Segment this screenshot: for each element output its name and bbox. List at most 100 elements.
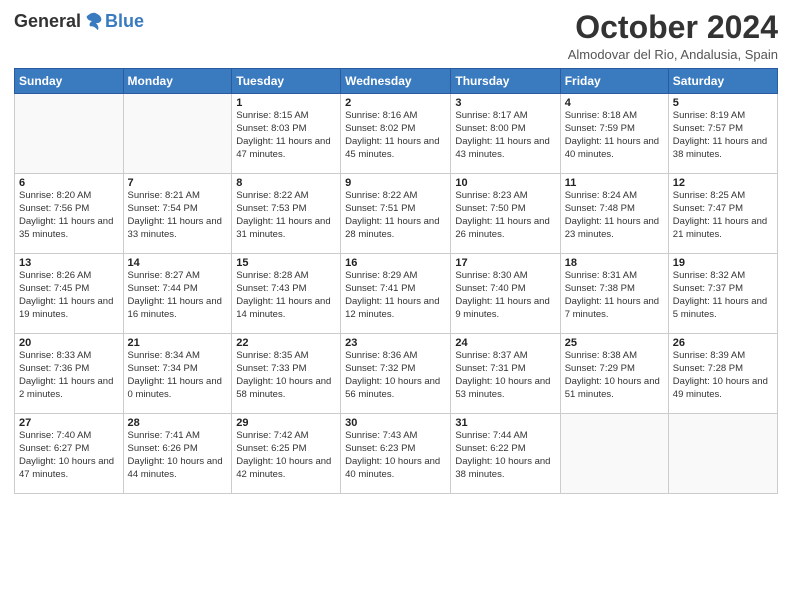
table-row: 26Sunrise: 8:39 AM Sunset: 7:28 PM Dayli… — [668, 334, 777, 414]
day-info: Sunrise: 8:20 AM Sunset: 7:56 PM Dayligh… — [19, 190, 119, 241]
table-row: 12Sunrise: 8:25 AM Sunset: 7:47 PM Dayli… — [668, 174, 777, 254]
day-number: 21 — [128, 337, 228, 349]
col-monday: Monday — [123, 69, 232, 94]
logo-bird-icon — [83, 10, 105, 32]
day-number: 9 — [345, 177, 446, 189]
table-row: 23Sunrise: 8:36 AM Sunset: 7:32 PM Dayli… — [341, 334, 451, 414]
title-section: October 2024 Almodovar del Rio, Andalusi… — [568, 10, 778, 62]
day-number: 27 — [19, 417, 119, 429]
day-info: Sunrise: 8:30 AM Sunset: 7:40 PM Dayligh… — [455, 270, 555, 321]
table-row: 24Sunrise: 8:37 AM Sunset: 7:31 PM Dayli… — [451, 334, 560, 414]
day-number: 18 — [565, 257, 664, 269]
day-number: 22 — [236, 337, 336, 349]
table-row: 20Sunrise: 8:33 AM Sunset: 7:36 PM Dayli… — [15, 334, 124, 414]
day-info: Sunrise: 8:32 AM Sunset: 7:37 PM Dayligh… — [673, 270, 773, 321]
table-row: 6Sunrise: 8:20 AM Sunset: 7:56 PM Daylig… — [15, 174, 124, 254]
table-row: 8Sunrise: 8:22 AM Sunset: 7:53 PM Daylig… — [232, 174, 341, 254]
day-number: 26 — [673, 337, 773, 349]
day-info: Sunrise: 8:22 AM Sunset: 7:51 PM Dayligh… — [345, 190, 446, 241]
day-number: 14 — [128, 257, 228, 269]
table-row: 27Sunrise: 7:40 AM Sunset: 6:27 PM Dayli… — [15, 414, 124, 494]
day-info: Sunrise: 8:36 AM Sunset: 7:32 PM Dayligh… — [345, 350, 446, 401]
day-number: 15 — [236, 257, 336, 269]
day-info: Sunrise: 7:43 AM Sunset: 6:23 PM Dayligh… — [345, 430, 446, 481]
day-number: 28 — [128, 417, 228, 429]
day-number: 30 — [345, 417, 446, 429]
week-row-4: 20Sunrise: 8:33 AM Sunset: 7:36 PM Dayli… — [15, 334, 778, 414]
table-row: 28Sunrise: 7:41 AM Sunset: 6:26 PM Dayli… — [123, 414, 232, 494]
table-row: 31Sunrise: 7:44 AM Sunset: 6:22 PM Dayli… — [451, 414, 560, 494]
table-row: 14Sunrise: 8:27 AM Sunset: 7:44 PM Dayli… — [123, 254, 232, 334]
table-row: 16Sunrise: 8:29 AM Sunset: 7:41 PM Dayli… — [341, 254, 451, 334]
table-row — [123, 94, 232, 174]
day-info: Sunrise: 8:28 AM Sunset: 7:43 PM Dayligh… — [236, 270, 336, 321]
day-info: Sunrise: 8:29 AM Sunset: 7:41 PM Dayligh… — [345, 270, 446, 321]
day-number: 25 — [565, 337, 664, 349]
day-info: Sunrise: 8:39 AM Sunset: 7:28 PM Dayligh… — [673, 350, 773, 401]
table-row — [15, 94, 124, 174]
table-row: 29Sunrise: 7:42 AM Sunset: 6:25 PM Dayli… — [232, 414, 341, 494]
day-info: Sunrise: 7:40 AM Sunset: 6:27 PM Dayligh… — [19, 430, 119, 481]
table-row: 1Sunrise: 8:15 AM Sunset: 8:03 PM Daylig… — [232, 94, 341, 174]
table-row: 3Sunrise: 8:17 AM Sunset: 8:00 PM Daylig… — [451, 94, 560, 174]
day-info: Sunrise: 8:33 AM Sunset: 7:36 PM Dayligh… — [19, 350, 119, 401]
table-row: 30Sunrise: 7:43 AM Sunset: 6:23 PM Dayli… — [341, 414, 451, 494]
day-number: 19 — [673, 257, 773, 269]
table-row: 9Sunrise: 8:22 AM Sunset: 7:51 PM Daylig… — [341, 174, 451, 254]
day-number: 10 — [455, 177, 555, 189]
table-row — [668, 414, 777, 494]
day-number: 17 — [455, 257, 555, 269]
day-info: Sunrise: 8:24 AM Sunset: 7:48 PM Dayligh… — [565, 190, 664, 241]
week-row-2: 6Sunrise: 8:20 AM Sunset: 7:56 PM Daylig… — [15, 174, 778, 254]
table-row: 10Sunrise: 8:23 AM Sunset: 7:50 PM Dayli… — [451, 174, 560, 254]
calendar: Sunday Monday Tuesday Wednesday Thursday… — [14, 68, 778, 494]
day-number: 12 — [673, 177, 773, 189]
col-sunday: Sunday — [15, 69, 124, 94]
day-info: Sunrise: 7:42 AM Sunset: 6:25 PM Dayligh… — [236, 430, 336, 481]
day-number: 1 — [236, 97, 336, 109]
col-wednesday: Wednesday — [341, 69, 451, 94]
header: General Blue October 2024 Almodovar del … — [14, 10, 778, 62]
day-info: Sunrise: 8:31 AM Sunset: 7:38 PM Dayligh… — [565, 270, 664, 321]
day-info: Sunrise: 8:37 AM Sunset: 7:31 PM Dayligh… — [455, 350, 555, 401]
day-info: Sunrise: 8:35 AM Sunset: 7:33 PM Dayligh… — [236, 350, 336, 401]
day-info: Sunrise: 8:27 AM Sunset: 7:44 PM Dayligh… — [128, 270, 228, 321]
day-number: 29 — [236, 417, 336, 429]
col-friday: Friday — [560, 69, 668, 94]
day-number: 7 — [128, 177, 228, 189]
day-info: Sunrise: 8:26 AM Sunset: 7:45 PM Dayligh… — [19, 270, 119, 321]
day-number: 4 — [565, 97, 664, 109]
day-info: Sunrise: 8:25 AM Sunset: 7:47 PM Dayligh… — [673, 190, 773, 241]
table-row: 2Sunrise: 8:16 AM Sunset: 8:02 PM Daylig… — [341, 94, 451, 174]
week-row-3: 13Sunrise: 8:26 AM Sunset: 7:45 PM Dayli… — [15, 254, 778, 334]
day-info: Sunrise: 8:21 AM Sunset: 7:54 PM Dayligh… — [128, 190, 228, 241]
day-number: 11 — [565, 177, 664, 189]
table-row: 21Sunrise: 8:34 AM Sunset: 7:34 PM Dayli… — [123, 334, 232, 414]
day-number: 20 — [19, 337, 119, 349]
day-number: 8 — [236, 177, 336, 189]
table-row: 11Sunrise: 8:24 AM Sunset: 7:48 PM Dayli… — [560, 174, 668, 254]
table-row: 13Sunrise: 8:26 AM Sunset: 7:45 PM Dayli… — [15, 254, 124, 334]
logo-blue-text: Blue — [105, 11, 144, 32]
day-info: Sunrise: 8:19 AM Sunset: 7:57 PM Dayligh… — [673, 110, 773, 161]
day-number: 2 — [345, 97, 446, 109]
day-info: Sunrise: 8:22 AM Sunset: 7:53 PM Dayligh… — [236, 190, 336, 241]
col-tuesday: Tuesday — [232, 69, 341, 94]
location-subtitle: Almodovar del Rio, Andalusia, Spain — [568, 47, 778, 62]
day-number: 13 — [19, 257, 119, 269]
day-info: Sunrise: 8:18 AM Sunset: 7:59 PM Dayligh… — [565, 110, 664, 161]
table-row: 15Sunrise: 8:28 AM Sunset: 7:43 PM Dayli… — [232, 254, 341, 334]
day-info: Sunrise: 8:16 AM Sunset: 8:02 PM Dayligh… — [345, 110, 446, 161]
table-row: 25Sunrise: 8:38 AM Sunset: 7:29 PM Dayli… — [560, 334, 668, 414]
table-row: 7Sunrise: 8:21 AM Sunset: 7:54 PM Daylig… — [123, 174, 232, 254]
table-row: 22Sunrise: 8:35 AM Sunset: 7:33 PM Dayli… — [232, 334, 341, 414]
day-info: Sunrise: 8:23 AM Sunset: 7:50 PM Dayligh… — [455, 190, 555, 241]
col-thursday: Thursday — [451, 69, 560, 94]
day-info: Sunrise: 8:15 AM Sunset: 8:03 PM Dayligh… — [236, 110, 336, 161]
month-title: October 2024 — [568, 10, 778, 45]
table-row: 18Sunrise: 8:31 AM Sunset: 7:38 PM Dayli… — [560, 254, 668, 334]
header-row: Sunday Monday Tuesday Wednesday Thursday… — [15, 69, 778, 94]
logo-general-text: General — [14, 11, 81, 32]
day-number: 16 — [345, 257, 446, 269]
table-row: 4Sunrise: 8:18 AM Sunset: 7:59 PM Daylig… — [560, 94, 668, 174]
